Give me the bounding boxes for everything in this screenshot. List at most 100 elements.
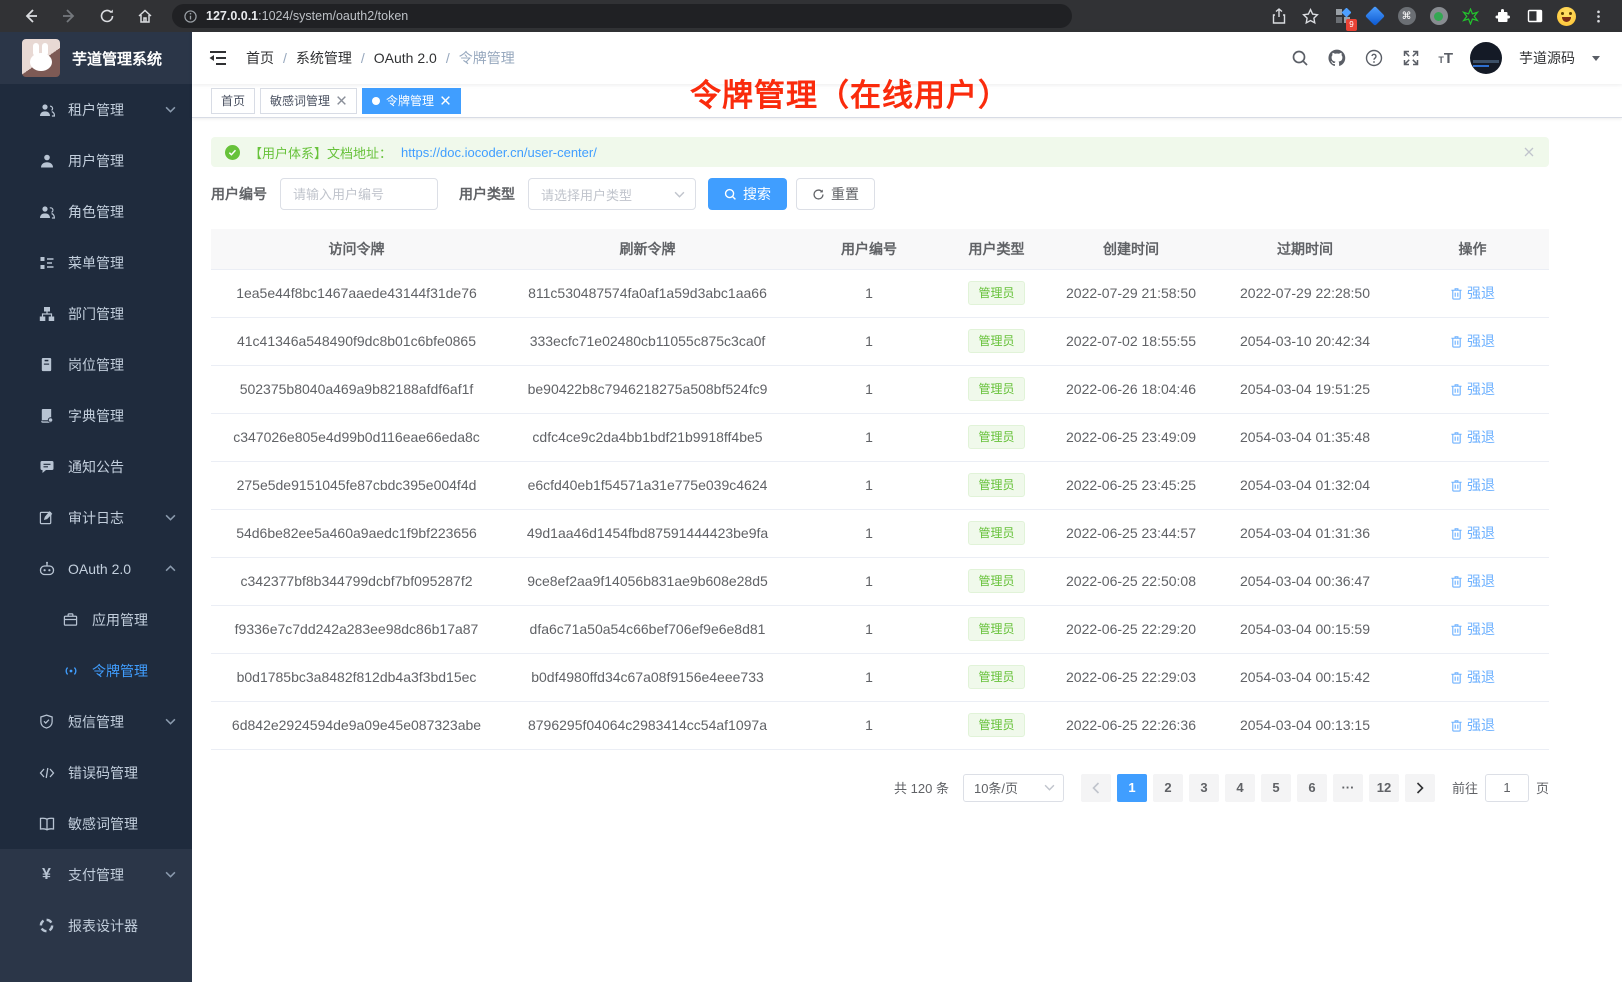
- force-logout-button[interactable]: 强退: [1450, 379, 1495, 399]
- sidebar-item-error-code[interactable]: 错误码管理: [0, 747, 192, 798]
- sidebar-item-tenant[interactable]: 租户管理: [0, 84, 192, 135]
- sidebar-item-oauth-token[interactable]: 令牌管理: [0, 645, 192, 696]
- alert-close-icon[interactable]: [1523, 146, 1535, 158]
- sidebar-item-oauth[interactable]: OAuth 2.0: [0, 543, 192, 594]
- extension-with-badge-icon[interactable]: 9: [1333, 7, 1352, 26]
- force-logout-button[interactable]: 强退: [1450, 331, 1495, 351]
- page-button-2[interactable]: 2: [1153, 774, 1183, 802]
- fullscreen-icon[interactable]: [1401, 48, 1421, 68]
- search-icon[interactable]: [1290, 48, 1310, 68]
- user-id-cell: 1: [793, 269, 945, 317]
- page-button-6[interactable]: 6: [1297, 774, 1327, 802]
- user-avatar[interactable]: [1470, 42, 1502, 74]
- refresh-token-cell: 49d1aa46d1454fbd87591444423be9fa: [502, 509, 793, 557]
- breadcrumb-system[interactable]: 系统管理: [296, 48, 352, 68]
- sidebar-item-oauth-app[interactable]: 应用管理: [0, 594, 192, 645]
- home-icon[interactable]: [136, 7, 154, 25]
- tags-view: 首页 敏感词管理 令牌管理: [192, 84, 1622, 118]
- user-id-label: 用户编号: [211, 184, 267, 204]
- sidebar-item-sms[interactable]: 短信管理: [0, 696, 192, 747]
- page-button-12[interactable]: 12: [1369, 774, 1399, 802]
- sidebar-item-audit[interactable]: 审计日志: [0, 492, 192, 543]
- github-icon[interactable]: [1327, 48, 1347, 68]
- goto-page-input[interactable]: [1485, 774, 1529, 802]
- chevron-down-icon: [1044, 784, 1055, 791]
- page-button-1[interactable]: 1: [1117, 774, 1147, 802]
- next-page-button[interactable]: [1405, 774, 1435, 802]
- sidebar-item-sensitive-word[interactable]: 敏感词管理: [0, 798, 192, 849]
- reload-icon[interactable]: [98, 7, 116, 25]
- user-name[interactable]: 芋道源码: [1519, 48, 1575, 68]
- page-info-icon[interactable]: [184, 10, 197, 23]
- search-button[interactable]: 搜索: [708, 178, 787, 210]
- font-size-icon[interactable]: TT: [1438, 50, 1453, 67]
- bookmark-star-icon[interactable]: [1301, 7, 1320, 26]
- user-type-badge: 管理员: [968, 377, 1024, 401]
- force-logout-button[interactable]: 强退: [1450, 475, 1495, 495]
- back-icon[interactable]: [22, 7, 40, 25]
- user-id-cell: 1: [793, 605, 945, 653]
- sidebar-item-dict[interactable]: 字典管理: [0, 390, 192, 441]
- tab-token[interactable]: 令牌管理: [362, 88, 461, 114]
- force-logout-button[interactable]: 强退: [1450, 427, 1495, 447]
- page-button-3[interactable]: 3: [1189, 774, 1219, 802]
- share-icon[interactable]: [1269, 7, 1288, 26]
- force-logout-button[interactable]: 强退: [1450, 571, 1495, 591]
- user-type-select[interactable]: 请选择用户类型: [528, 178, 696, 210]
- url-domain: 127.0.0.1: [206, 9, 258, 23]
- command-extension-icon[interactable]: ⌘: [1397, 7, 1416, 26]
- sidebar-item-report-designer[interactable]: 报表设计器: [0, 900, 192, 951]
- puzzle-extension-icon[interactable]: [1493, 7, 1512, 26]
- force-logout-button[interactable]: 强退: [1450, 619, 1495, 639]
- more-pages-button[interactable]: ···: [1333, 774, 1363, 802]
- search-icon: [724, 188, 737, 201]
- sidebar-item-dept[interactable]: 部门管理: [0, 288, 192, 339]
- close-icon[interactable]: [440, 95, 451, 106]
- sidebar-item-user[interactable]: 用户管理: [0, 135, 192, 186]
- prev-page-button[interactable]: [1081, 774, 1111, 802]
- user-menu-caret-icon[interactable]: [1592, 56, 1600, 65]
- address-bar[interactable]: 127.0.0.1:1024/system/oauth2/token: [172, 4, 1072, 28]
- chevron-down-icon: [165, 106, 176, 113]
- user-icon: [38, 152, 55, 169]
- sidebar-item-menu[interactable]: 菜单管理: [0, 237, 192, 288]
- table-row: 54d6be82ee5a460a9aedc1f9bf223656 49d1aa4…: [211, 509, 1549, 557]
- page-button-4[interactable]: 4: [1225, 774, 1255, 802]
- sidebar-item-payment[interactable]: ¥ 支付管理: [0, 849, 192, 900]
- tab-home[interactable]: 首页: [211, 88, 255, 114]
- side-panel-icon[interactable]: [1525, 7, 1544, 26]
- tab-sensitive-word[interactable]: 敏感词管理: [260, 88, 357, 114]
- org-chart-icon: [38, 305, 55, 322]
- goto-label: 前往: [1452, 778, 1478, 797]
- user-id-input[interactable]: [280, 178, 438, 210]
- sidebar-filler: [0, 951, 192, 982]
- breadcrumb-oauth[interactable]: OAuth 2.0: [374, 50, 437, 66]
- force-logout-button[interactable]: 强退: [1450, 523, 1495, 543]
- alert-doc-link[interactable]: https://doc.iocoder.cn/user-center/: [401, 145, 597, 160]
- gem-icon[interactable]: [1365, 7, 1384, 26]
- alert-text: 【用户体系】文档地址：: [249, 143, 392, 162]
- green-star-extension-icon[interactable]: [1461, 7, 1480, 26]
- recorder-extension-icon[interactable]: [1429, 7, 1448, 26]
- user-id-cell: 1: [793, 653, 945, 701]
- page-size-select[interactable]: 10条/页: [963, 774, 1064, 802]
- close-icon[interactable]: [336, 95, 347, 106]
- emoji-profile-icon[interactable]: [1557, 7, 1576, 26]
- app-logo[interactable]: 芋道管理系统: [0, 32, 192, 84]
- sidebar-item-post[interactable]: 岗位管理: [0, 339, 192, 390]
- sidebar-item-notice[interactable]: 通知公告: [0, 441, 192, 492]
- reset-button[interactable]: 重置: [796, 178, 875, 210]
- sidebar-item-role[interactable]: 角色管理: [0, 186, 192, 237]
- force-logout-button[interactable]: 强退: [1450, 715, 1495, 735]
- breadcrumb-home[interactable]: 首页: [246, 48, 274, 68]
- help-icon[interactable]: [1364, 48, 1384, 68]
- force-logout-button[interactable]: 强退: [1450, 283, 1495, 303]
- access-token-cell: c347026e805e4d99b0d116eae66eda8c: [211, 413, 502, 461]
- force-logout-button[interactable]: 强退: [1450, 667, 1495, 687]
- collapse-sidebar-icon[interactable]: [208, 48, 228, 68]
- user-id-cell: 1: [793, 461, 945, 509]
- access-token-cell: 54d6be82ee5a460a9aedc1f9bf223656: [211, 509, 502, 557]
- page-button-5[interactable]: 5: [1261, 774, 1291, 802]
- browser-menu-icon[interactable]: [1589, 7, 1608, 26]
- forward-icon[interactable]: [60, 7, 78, 25]
